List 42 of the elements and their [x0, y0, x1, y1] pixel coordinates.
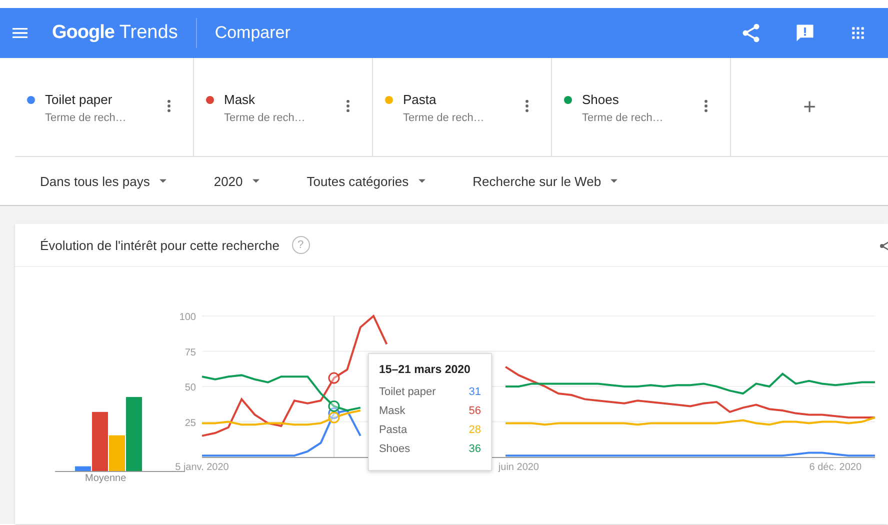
x-tick-label: 6 déc. 2020 — [809, 462, 862, 473]
section-title: Évolution de l'intérêt pour cette recherche — [40, 238, 280, 252]
search-term-card[interactable]: Pasta Terme de rech… — [373, 58, 552, 156]
filter-dropdown[interactable]: Dans tous les pays — [40, 174, 170, 188]
axis-label: Moyenne — [85, 473, 126, 484]
term-type: Terme de rech… — [582, 112, 664, 124]
data-point-marker — [328, 372, 340, 384]
x-tick-label: 5 janv. 2020 — [175, 462, 229, 473]
search-term-card[interactable]: Shoes Terme de rech… — [552, 58, 731, 156]
tooltip-title: 15–21 mars 2020 — [378, 364, 472, 376]
term-type: Terme de rech… — [45, 112, 128, 124]
data-point-marker — [328, 412, 340, 424]
term-name: Pasta — [403, 92, 438, 107]
series-value: 36 — [468, 442, 481, 457]
feedback-icon[interactable] — [794, 22, 816, 44]
series-name: Toilet paper — [378, 386, 436, 400]
filter-dropdown[interactable]: 2020 — [214, 174, 263, 188]
series-value: 31 — [468, 386, 481, 400]
data-point-marker — [328, 400, 340, 412]
series-name: Shoes — [378, 442, 410, 457]
series-name: Mask — [378, 404, 406, 419]
series-name: Pasta — [378, 424, 408, 438]
y-tick-label: 100 — [179, 312, 196, 323]
search-term-card[interactable]: Toilet paper Terme de rech… — [15, 58, 194, 156]
y-tick-label: 75 — [184, 347, 196, 358]
page-title: Comparer — [214, 23, 290, 43]
share-icon[interactable] — [740, 22, 762, 44]
series-value: 56 — [468, 404, 481, 419]
y-tick-label: 25 — [184, 418, 196, 429]
x-tick-label: juin 2020 — [498, 462, 539, 473]
term-name: Mask — [224, 92, 256, 107]
term-type: Terme de rech… — [224, 112, 306, 124]
filter-dropdown[interactable]: Toutes catégories — [306, 174, 429, 188]
search-term-card[interactable]: Mask Terme de rech… — [194, 58, 373, 156]
term-name: Toilet paper — [45, 92, 114, 107]
app-logo[interactable]: Google Trends — [52, 22, 178, 44]
term-type: Terme de rech… — [403, 112, 486, 124]
filter-dropdown[interactable]: Recherche sur le Web — [472, 174, 622, 188]
series-value: 28 — [468, 424, 481, 438]
add-term-button[interactable]: + — [797, 94, 822, 120]
term-name: Shoes — [582, 92, 620, 107]
y-tick-label: 50 — [184, 382, 196, 394]
